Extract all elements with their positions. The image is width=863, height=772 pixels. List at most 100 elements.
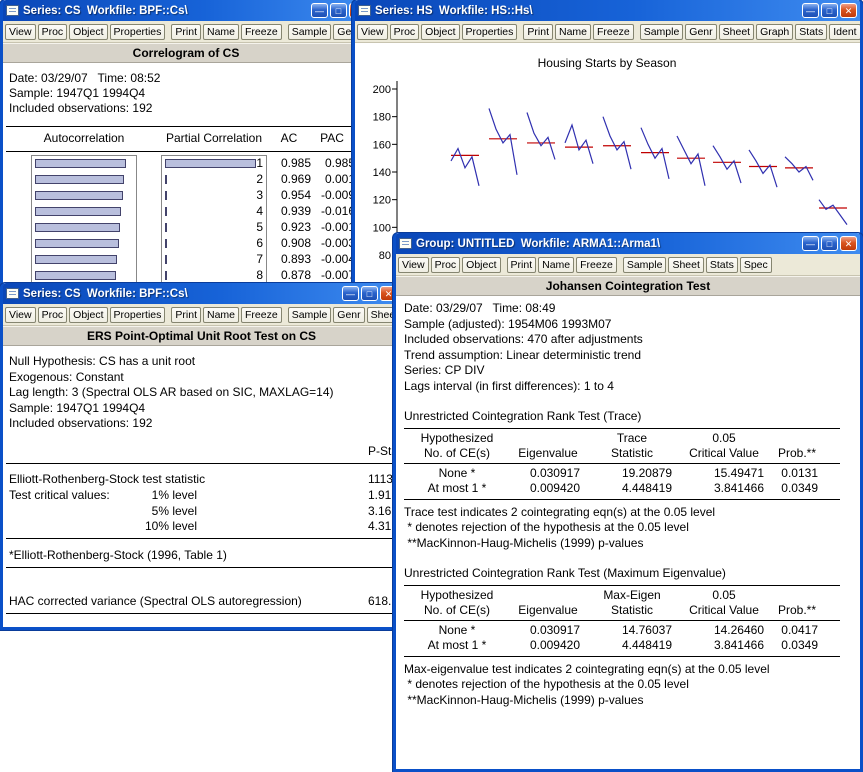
- close-button[interactable]: ✕: [840, 3, 857, 18]
- toolbar-button-graph[interactable]: Graph: [756, 24, 793, 40]
- toolbar-button-print[interactable]: Print: [507, 257, 537, 273]
- observations-line: Included observations: 470 after adjustm…: [404, 332, 860, 348]
- value-cell: 0.0349: [770, 638, 824, 654]
- toolbar-button-genr[interactable]: Genr: [685, 24, 716, 40]
- season-series-line: [603, 117, 631, 170]
- toolbar-button-freeze[interactable]: Freeze: [593, 24, 634, 40]
- table-rule: [404, 499, 840, 500]
- hac-variance-label: HAC corrected variance (Spectral OLS aut…: [9, 594, 302, 608]
- toolbar-button-name[interactable]: Name: [203, 24, 239, 40]
- table-rule: [404, 463, 840, 464]
- titlebar[interactable]: Group: UNTITLED Workfile: ARMA1::Arma1\ …: [396, 233, 860, 254]
- toolbar-button-freeze[interactable]: Freeze: [241, 307, 282, 323]
- value-cell: 14.76037: [586, 623, 678, 639]
- toolbar-button-properties[interactable]: Properties: [462, 24, 518, 40]
- observations-line: Included observations: 192: [9, 416, 152, 430]
- sample-line: Sample: 1947Q1 1994Q4: [9, 401, 145, 415]
- table-rule: [6, 538, 397, 539]
- titlebar[interactable]: Series: HS Workfile: HS::Hs\ — □ ✕: [355, 0, 860, 21]
- maximize-button[interactable]: □: [361, 286, 378, 301]
- toolbar-button-print[interactable]: Print: [171, 24, 201, 40]
- header-statistic: TraceStatistic: [586, 431, 678, 461]
- maximize-button[interactable]: □: [821, 236, 838, 251]
- hypothesis-cell: At most 1 *: [404, 481, 510, 497]
- y-axis-tick-label: 140: [373, 167, 391, 179]
- toolbar-button-proc[interactable]: Proc: [431, 257, 461, 273]
- note-line: Trace test indicates 2 cointegrating eqn…: [404, 505, 860, 521]
- toolbar-button-proc[interactable]: Proc: [390, 24, 420, 40]
- titlebar[interactable]: Series: CS Workfile: BPF::Cs\ — □ ✕: [3, 283, 400, 304]
- ac-value: 0.985: [267, 156, 311, 170]
- toolbar-button-object[interactable]: Object: [69, 307, 107, 323]
- season-series-line: [749, 150, 777, 187]
- minimize-button[interactable]: —: [802, 236, 819, 251]
- toolbar-button-object[interactable]: Object: [69, 24, 107, 40]
- value-cell: 3.841466: [678, 481, 770, 497]
- toolbar-button-view[interactable]: View: [357, 24, 388, 40]
- toolbar-button-sample[interactable]: Sample: [640, 24, 684, 40]
- crit-value-5pct: 3.16: [368, 504, 391, 518]
- pac-value: -0.007: [309, 268, 355, 282]
- header-hypothesized: HypothesizedNo. of CE(s): [404, 588, 510, 618]
- season-series-line: [713, 146, 741, 183]
- toolbar-button-object[interactable]: Object: [421, 24, 459, 40]
- toolbar-button-spec[interactable]: Spec: [740, 257, 772, 273]
- toolbar-button-freeze[interactable]: Freeze: [241, 24, 282, 40]
- critical-values-label: Test critical values:: [9, 488, 110, 502]
- toolbar-button-ident[interactable]: Ident: [829, 24, 860, 40]
- pac-value: -0.016: [309, 204, 355, 218]
- minimize-button[interactable]: —: [311, 3, 328, 18]
- close-button[interactable]: ✕: [840, 236, 857, 251]
- toolbar-button-sheet[interactable]: Sheet: [719, 24, 754, 40]
- toolbar-button-view[interactable]: View: [398, 257, 429, 273]
- test-statistic-value: 1113: [368, 472, 393, 486]
- toolbar-button-sample[interactable]: Sample: [623, 257, 667, 273]
- maximize-button[interactable]: □: [821, 3, 838, 18]
- value-cell: 19.20879: [586, 466, 678, 482]
- toolbar-button-stats[interactable]: Stats: [706, 257, 738, 273]
- season-series-line: [489, 108, 517, 174]
- series-window-icon: [6, 5, 19, 16]
- minimize-button[interactable]: —: [802, 3, 819, 18]
- toolbar-button-print[interactable]: Print: [171, 307, 201, 323]
- minimize-button[interactable]: —: [342, 286, 359, 301]
- window-ers-test: Series: CS Workfile: BPF::Cs\ — □ ✕ View…: [0, 283, 403, 630]
- season-series-line: [641, 128, 669, 179]
- toolbar-button-freeze[interactable]: Freeze: [576, 257, 617, 273]
- trace-test-table: Unrestricted Cointegration Rank Test (Tr…: [404, 409, 860, 551]
- toolbar-button-name[interactable]: Name: [555, 24, 591, 40]
- toolbar-button-proc[interactable]: Proc: [38, 24, 68, 40]
- toolbar-button-object[interactable]: Object: [462, 257, 500, 273]
- table-notes: Max-eigenvalue test indicates 2 cointegr…: [404, 662, 860, 709]
- object-header: ERS Point-Optimal Unit Root Test on CS: [3, 326, 400, 346]
- titlebar[interactable]: Series: CS Workfile: BPF::Cs\ — □ ✕: [3, 0, 369, 21]
- toolbar-button-name[interactable]: Name: [538, 257, 574, 273]
- crit-level-1pct: 1% level: [121, 488, 197, 502]
- toolbar-button-sample[interactable]: Sample: [288, 307, 332, 323]
- lag-number: 3: [239, 188, 263, 202]
- value-cell: 15.49471: [678, 466, 770, 482]
- table-rule: [6, 613, 397, 614]
- window-controls: — □ ✕: [342, 286, 397, 301]
- toolbar-button-view[interactable]: View: [5, 307, 36, 323]
- toolbar-button-print[interactable]: Print: [523, 24, 553, 40]
- date-time-line: Date: 03/29/07 Time: 08:49: [404, 301, 860, 317]
- header-eigenvalue: Eigenvalue: [510, 431, 586, 461]
- lag-length-line: Lag length: 3 (Spectral OLS AR based on …: [9, 385, 334, 399]
- note-line: * denotes rejection of the hypothesis at…: [404, 677, 860, 693]
- toolbar-button-stats[interactable]: Stats: [795, 24, 827, 40]
- object-toolbar: ViewProcObject PrintNameFreeze SampleSheet…: [396, 254, 860, 276]
- toolbar-button-sheet[interactable]: Sheet: [668, 257, 703, 273]
- series-line: Series: CP DIV: [404, 363, 860, 379]
- toolbar-button-view[interactable]: View: [5, 24, 36, 40]
- col-header-pac: PAC: [309, 131, 355, 145]
- lag-number: 4: [239, 204, 263, 218]
- maximize-button[interactable]: □: [330, 3, 347, 18]
- object-toolbar: ViewProcObjectProperties PrintNameFreeze S…: [3, 304, 400, 326]
- toolbar-button-name[interactable]: Name: [203, 307, 239, 323]
- toolbar-button-genr[interactable]: Genr: [333, 307, 364, 323]
- toolbar-button-proc[interactable]: Proc: [38, 307, 68, 323]
- toolbar-button-sample[interactable]: Sample: [288, 24, 332, 40]
- toolbar-button-properties[interactable]: Properties: [110, 307, 166, 323]
- toolbar-button-properties[interactable]: Properties: [110, 24, 166, 40]
